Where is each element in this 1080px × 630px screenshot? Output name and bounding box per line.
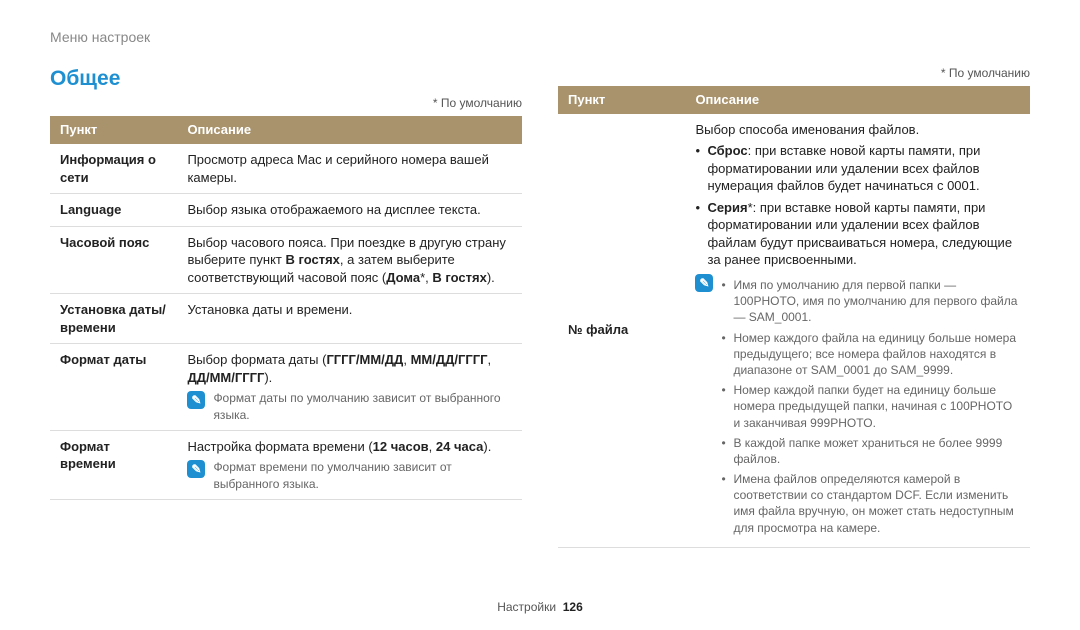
- table-row: Часовой пояс Выбор часового пояса. При п…: [50, 226, 522, 294]
- settings-table-left: Пункт Описание Информация о сети Просмот…: [50, 116, 522, 499]
- table-row: Установка даты/времени Установка даты и …: [50, 294, 522, 344]
- note-icon: ✎: [187, 460, 205, 478]
- item-label: № файла: [558, 114, 685, 548]
- table-row: Формат даты Выбор формата даты (ГГГГ/ММ/…: [50, 344, 522, 430]
- item-label: Формат времени: [50, 430, 177, 499]
- item-desc: Выбор способа именования файлов. Сброс: …: [685, 114, 1030, 548]
- item-desc: Выбор языка отображаемого на дисплее тек…: [177, 194, 522, 227]
- section-heading: Общее: [50, 65, 522, 93]
- table-row: № файла Выбор способа именования файлов.…: [558, 114, 1030, 548]
- page-footer: Настройки 126: [0, 599, 1080, 615]
- table-row: Формат времени Настройка формата времени…: [50, 430, 522, 499]
- col-header-item: Пункт: [558, 86, 685, 114]
- note-text: Формат даты по умолчанию зависит от выбр…: [213, 390, 512, 422]
- col-header-item: Пункт: [50, 116, 177, 144]
- table-row: Информация о сети Просмотр адреса Mac и …: [50, 144, 522, 194]
- note-text: Имя по умолчанию для первой папки — 100P…: [721, 273, 1020, 540]
- note-text: Формат времени по умолчанию зависит от в…: [213, 459, 512, 491]
- table-row: Language Выбор языка отображаемого на ди…: [50, 194, 522, 227]
- col-header-desc: Описание: [177, 116, 522, 144]
- item-desc: Выбор формата даты (ГГГГ/ММ/ДД, ММ/ДД/ГГ…: [177, 344, 522, 430]
- col-header-desc: Описание: [685, 86, 1030, 114]
- note-icon: ✎: [187, 391, 205, 409]
- item-label: Установка даты/времени: [50, 294, 177, 344]
- item-desc: Просмотр адреса Mac и серийного номера в…: [177, 144, 522, 194]
- item-label: Language: [50, 194, 177, 227]
- item-desc: Настройка формата времени (12 часов, 24 …: [177, 430, 522, 499]
- item-label: Часовой пояс: [50, 226, 177, 294]
- item-desc: Установка даты и времени.: [177, 294, 522, 344]
- item-label: Формат даты: [50, 344, 177, 430]
- item-desc: Выбор часового пояса. При поездке в друг…: [177, 226, 522, 294]
- default-note-left: * По умолчанию: [50, 95, 522, 111]
- settings-table-right: Пункт Описание № файла Выбор способа име…: [558, 86, 1030, 548]
- note-icon: ✎: [695, 274, 713, 292]
- right-column: * По умолчанию Пункт Описание № файла Вы…: [558, 65, 1030, 548]
- breadcrumb: Меню настроек: [50, 28, 1030, 47]
- left-column: Общее * По умолчанию Пункт Описание Инфо…: [50, 65, 522, 548]
- default-note-right: * По умолчанию: [558, 65, 1030, 81]
- item-label: Информация о сети: [50, 144, 177, 194]
